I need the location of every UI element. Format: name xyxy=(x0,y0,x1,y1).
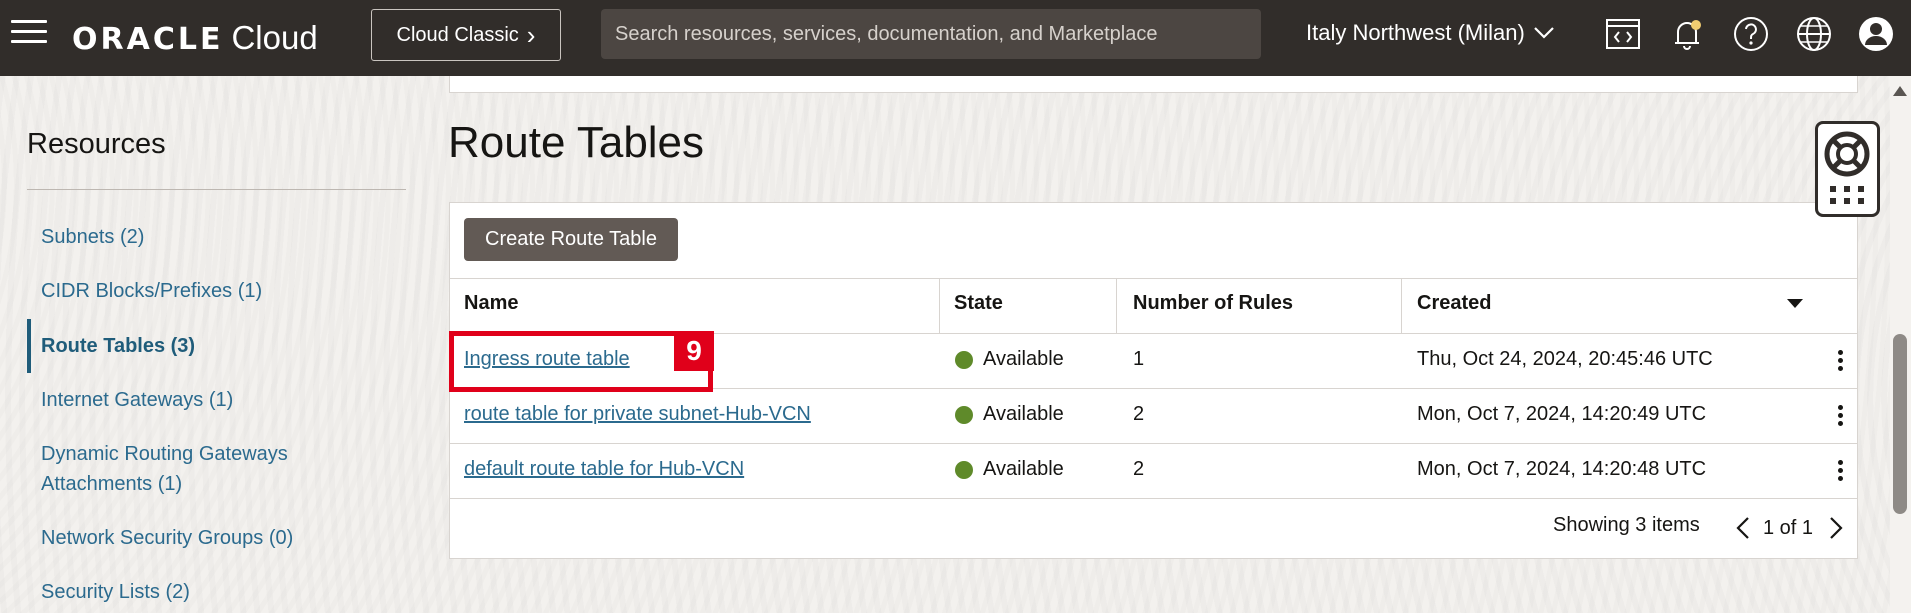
route-table-state: Available xyxy=(983,458,1064,480)
resources-heading: Resources xyxy=(27,128,166,160)
sidebar-item-internet-gateways[interactable]: Internet Gateways (1) xyxy=(41,385,371,415)
help-icon[interactable] xyxy=(1731,14,1771,54)
region-selector[interactable]: Italy Northwest (Milan) xyxy=(1306,18,1555,48)
table-bottom-border xyxy=(449,498,1858,499)
status-available-icon xyxy=(955,351,973,369)
sidebar-item-cidr-blocks[interactable]: CIDR Blocks/Prefixes (1) xyxy=(41,276,371,306)
row-actions-menu-icon[interactable] xyxy=(1835,405,1845,431)
globe-icon[interactable] xyxy=(1794,14,1834,54)
hamburger-menu-icon[interactable] xyxy=(11,20,47,50)
route-table-state: Available xyxy=(983,403,1064,425)
route-table-created: Mon, Oct 7, 2024, 14:20:48 UTC xyxy=(1417,458,1707,480)
region-label: Italy Northwest (Milan) xyxy=(1306,20,1525,45)
column-divider xyxy=(1116,278,1117,333)
logo-product: Cloud xyxy=(231,19,318,56)
row-divider xyxy=(449,443,1858,444)
search-input[interactable]: Search resources, services, documentatio… xyxy=(601,9,1261,59)
route-table-state: Available xyxy=(983,348,1064,370)
logo-brand: ORACLE xyxy=(72,22,224,57)
route-table-rule-count: 2 xyxy=(1133,403,1145,425)
sidebar-item-route-tables[interactable]: Route Tables (3) xyxy=(41,331,371,361)
route-table-link[interactable]: default route table for Hub-VCN xyxy=(464,458,744,481)
sidebar-item-drg-attachments[interactable]: Dynamic Routing Gateways Attachments (1) xyxy=(41,439,371,499)
previous-section-card xyxy=(449,76,1858,93)
user-profile-icon[interactable] xyxy=(1856,14,1896,54)
sidebar-item-network-security-groups[interactable]: Network Security Groups (0) xyxy=(41,523,371,553)
sidebar-item-subnets[interactable]: Subnets (2) xyxy=(41,222,371,252)
column-header-number-of-rules[interactable]: Number of Rules xyxy=(1133,292,1293,315)
column-divider xyxy=(1401,278,1402,333)
column-header-name[interactable]: Name xyxy=(464,292,518,315)
page-title: Route Tables xyxy=(448,118,705,167)
column-header-created[interactable]: Created xyxy=(1417,292,1491,315)
help-widget[interactable] xyxy=(1815,121,1880,217)
oracle-cloud-logo[interactable]: ORACLE Cloud xyxy=(72,18,318,58)
column-divider xyxy=(939,278,940,333)
resources-divider xyxy=(27,189,406,190)
lifebuoy-icon xyxy=(1824,131,1870,204)
create-route-table-button[interactable]: Create Route Table xyxy=(464,218,678,261)
status-available-icon xyxy=(955,461,973,479)
scroll-up-arrow-icon[interactable] xyxy=(1893,86,1907,96)
page-indicator: 1 of 1 xyxy=(1763,517,1814,539)
scrollbar-thumb[interactable] xyxy=(1893,334,1907,514)
item-count-text: Showing 3 items xyxy=(1553,514,1700,536)
cloud-classic-label: Cloud Classic xyxy=(396,23,519,46)
route-table-created: Thu, Oct 24, 2024, 20:45:46 UTC xyxy=(1417,348,1713,370)
bell-icon[interactable] xyxy=(1667,14,1707,54)
route-table-created: Mon, Oct 7, 2024, 14:20:49 UTC xyxy=(1417,403,1707,425)
chevron-right-icon: › xyxy=(526,20,536,50)
annotation-step-badge: 9 xyxy=(674,331,714,371)
row-actions-menu-icon[interactable] xyxy=(1835,460,1845,486)
table-header-top-border xyxy=(449,278,1858,279)
code-editor-icon[interactable] xyxy=(1603,14,1643,54)
sort-dropdown-icon[interactable] xyxy=(1787,299,1803,308)
previous-page-icon[interactable] xyxy=(1734,515,1752,541)
column-header-state[interactable]: State xyxy=(954,292,1003,315)
route-table-link[interactable]: route table for private subnet-Hub-VCN xyxy=(464,403,811,426)
cloud-classic-button[interactable]: Cloud Classic › xyxy=(371,9,561,61)
route-table-rule-count: 2 xyxy=(1133,458,1145,480)
search-placeholder: Search resources, services, documentatio… xyxy=(615,22,1158,45)
sidebar-item-security-lists[interactable]: Security Lists (2) xyxy=(41,577,371,607)
active-indicator xyxy=(27,319,31,373)
top-navigation-bar: ORACLE Cloud Cloud Classic › Search resou… xyxy=(0,0,1911,76)
route-table-rule-count: 1 xyxy=(1133,348,1145,370)
status-available-icon xyxy=(955,406,973,424)
row-actions-menu-icon[interactable] xyxy=(1835,350,1845,376)
next-page-icon[interactable] xyxy=(1827,515,1845,541)
chevron-down-icon xyxy=(1534,27,1554,39)
